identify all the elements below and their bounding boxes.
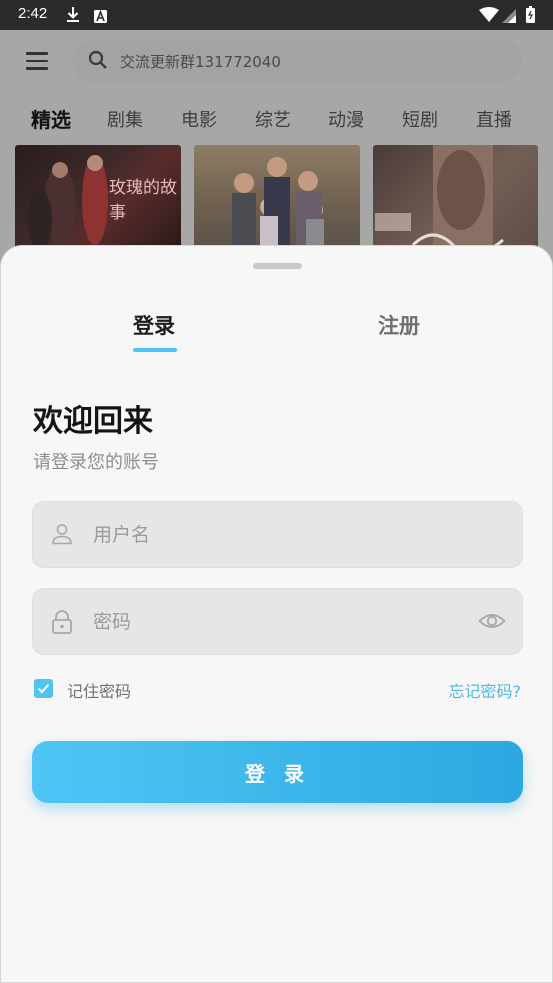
poster-card[interactable]: [373, 145, 538, 255]
tab-register[interactable]: 注册: [378, 310, 420, 340]
username-input[interactable]: [93, 502, 473, 567]
active-tab-indicator: [133, 348, 177, 352]
tab-login[interactable]: 登录: [133, 310, 175, 340]
status-bar: 2:42: [0, 0, 553, 30]
signal-icon: [502, 8, 516, 27]
checkmark-icon: [37, 683, 50, 694]
forgot-password-link[interactable]: 忘记密码?: [449, 678, 522, 702]
category-tab-variety[interactable]: 综艺: [255, 106, 291, 132]
category-tab-live[interactable]: 直播: [476, 106, 512, 132]
username-field[interactable]: [32, 501, 523, 568]
remember-label: 记住密码: [67, 682, 132, 701]
show-password-eye-icon[interactable]: [478, 610, 506, 636]
search-icon: [88, 50, 108, 74]
category-tab-anime[interactable]: 动漫: [328, 106, 364, 132]
wifi-icon: [479, 7, 499, 27]
search-bar[interactable]: 交流更新群131772040: [72, 40, 522, 82]
status-time: 2:42: [18, 5, 48, 22]
remember-password[interactable]: 记住密码: [34, 679, 131, 701]
welcome-subtitle: 请登录您的账号: [33, 452, 159, 473]
category-tab-featured[interactable]: 精选: [31, 104, 71, 133]
login-bottom-sheet: 登录 注册 欢迎回来 请登录您的账号 记住密码 忘记密码? 登 录: [0, 245, 553, 983]
category-tab-short-drama[interactable]: 短剧: [402, 106, 438, 132]
poster-title: 玫瑰的故事: [109, 178, 177, 223]
hamburger-menu-icon[interactable]: [26, 52, 48, 70]
search-placeholder: 交流更新群131772040: [120, 53, 281, 71]
sheet-drag-handle[interactable]: [253, 263, 302, 269]
remember-checkbox[interactable]: [34, 679, 53, 698]
password-field[interactable]: [32, 588, 523, 655]
category-tab-movies[interactable]: 电影: [181, 106, 217, 132]
poster-card[interactable]: [194, 145, 360, 255]
welcome-heading: 欢迎回来: [33, 404, 153, 439]
user-icon: [51, 523, 73, 549]
poster-card[interactable]: 玫瑰的故事: [15, 145, 181, 255]
poster-row: 玫瑰的故事: [0, 145, 553, 255]
category-tab-series[interactable]: 剧集: [107, 106, 143, 132]
category-tabs: 精选 剧集 电影 综艺 动漫 短剧 直播: [0, 102, 553, 138]
text-a-icon: [94, 8, 107, 27]
download-icon: [66, 6, 80, 28]
login-button[interactable]: 登 录: [32, 741, 523, 803]
lock-icon: [51, 610, 73, 638]
battery-icon: [526, 6, 535, 27]
password-input[interactable]: [93, 589, 473, 654]
app-top-bar: 交流更新群131772040: [0, 30, 553, 92]
